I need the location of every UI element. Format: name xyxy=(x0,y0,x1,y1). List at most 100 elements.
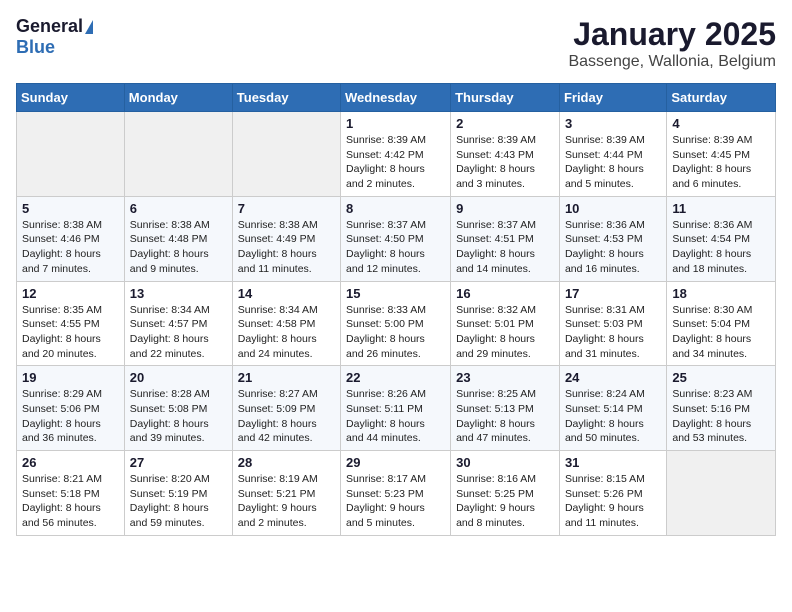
day-info: Sunrise: 8:39 AM Sunset: 4:45 PM Dayligh… xyxy=(672,133,770,192)
day-info: Sunrise: 8:27 AM Sunset: 5:09 PM Dayligh… xyxy=(238,387,335,446)
weekday-header-tuesday: Tuesday xyxy=(232,84,340,112)
calendar-cell xyxy=(17,112,125,197)
calendar-cell: 20 Sunrise: 8:28 AM Sunset: 5:08 PM Dayli… xyxy=(124,366,232,451)
day-info: Sunrise: 8:38 AM Sunset: 4:49 PM Dayligh… xyxy=(238,218,335,277)
day-info: Sunrise: 8:21 AM Sunset: 5:18 PM Dayligh… xyxy=(22,472,119,531)
day-number: 6 xyxy=(130,201,227,216)
day-info: Sunrise: 8:36 AM Sunset: 4:54 PM Dayligh… xyxy=(672,218,770,277)
day-number: 23 xyxy=(456,370,554,385)
day-info: Sunrise: 8:25 AM Sunset: 5:13 PM Dayligh… xyxy=(456,387,554,446)
day-info: Sunrise: 8:31 AM Sunset: 5:03 PM Dayligh… xyxy=(565,303,661,362)
calendar-cell: 11 Sunrise: 8:36 AM Sunset: 4:54 PM Dayli… xyxy=(667,196,776,281)
calendar-week-4: 19 Sunrise: 8:29 AM Sunset: 5:06 PM Dayli… xyxy=(17,366,776,451)
day-number: 20 xyxy=(130,370,227,385)
day-info: Sunrise: 8:35 AM Sunset: 4:55 PM Dayligh… xyxy=(22,303,119,362)
day-info: Sunrise: 8:23 AM Sunset: 5:16 PM Dayligh… xyxy=(672,387,770,446)
calendar-cell: 4 Sunrise: 8:39 AM Sunset: 4:45 PM Daylig… xyxy=(667,112,776,197)
day-info: Sunrise: 8:39 AM Sunset: 4:44 PM Dayligh… xyxy=(565,133,661,192)
calendar-cell: 2Sunrise: 8:39 AM Sunset: 4:43 PM Daylig… xyxy=(451,112,560,197)
day-number: 9 xyxy=(456,201,554,216)
calendar-cell: 31 Sunrise: 8:15 AM Sunset: 5:26 PM Dayli… xyxy=(559,451,666,536)
day-number: 13 xyxy=(130,286,227,301)
calendar-cell: 19 Sunrise: 8:29 AM Sunset: 5:06 PM Dayli… xyxy=(17,366,125,451)
calendar-cell: 10 Sunrise: 8:36 AM Sunset: 4:53 PM Dayli… xyxy=(559,196,666,281)
day-info: Sunrise: 8:38 AM Sunset: 4:48 PM Dayligh… xyxy=(130,218,227,277)
calendar-title: January 2025 xyxy=(568,16,776,53)
calendar-cell xyxy=(124,112,232,197)
weekday-header-monday: Monday xyxy=(124,84,232,112)
day-info: Sunrise: 8:26 AM Sunset: 5:11 PM Dayligh… xyxy=(346,387,445,446)
calendar-week-2: 5Sunrise: 8:38 AM Sunset: 4:46 PM Daylig… xyxy=(17,196,776,281)
day-number: 10 xyxy=(565,201,661,216)
day-number: 14 xyxy=(238,286,335,301)
day-info: Sunrise: 8:15 AM Sunset: 5:26 PM Dayligh… xyxy=(565,472,661,531)
day-number: 17 xyxy=(565,286,661,301)
calendar-cell: 6 Sunrise: 8:38 AM Sunset: 4:48 PM Daylig… xyxy=(124,196,232,281)
day-info: Sunrise: 8:16 AM Sunset: 5:25 PM Dayligh… xyxy=(456,472,554,531)
day-info: Sunrise: 8:37 AM Sunset: 4:51 PM Dayligh… xyxy=(456,218,554,277)
weekday-header-row: SundayMondayTuesdayWednesdayThursdayFrid… xyxy=(17,84,776,112)
day-number: 1 xyxy=(346,116,445,131)
calendar-cell: 30Sunrise: 8:16 AM Sunset: 5:25 PM Dayli… xyxy=(451,451,560,536)
day-number: 31 xyxy=(565,455,661,470)
day-number: 22 xyxy=(346,370,445,385)
calendar-cell: 29 Sunrise: 8:17 AM Sunset: 5:23 PM Dayli… xyxy=(341,451,451,536)
day-info: Sunrise: 8:28 AM Sunset: 5:08 PM Dayligh… xyxy=(130,387,227,446)
logo: General Blue xyxy=(16,16,93,58)
day-info: Sunrise: 8:19 AM Sunset: 5:21 PM Dayligh… xyxy=(238,472,335,531)
day-info: Sunrise: 8:37 AM Sunset: 4:50 PM Dayligh… xyxy=(346,218,445,277)
day-number: 7 xyxy=(238,201,335,216)
calendar-cell: 24 Sunrise: 8:24 AM Sunset: 5:14 PM Dayli… xyxy=(559,366,666,451)
calendar-week-5: 26 Sunrise: 8:21 AM Sunset: 5:18 PM Dayli… xyxy=(17,451,776,536)
day-number: 25 xyxy=(672,370,770,385)
weekday-header-saturday: Saturday xyxy=(667,84,776,112)
weekday-header-thursday: Thursday xyxy=(451,84,560,112)
logo-general-text: General xyxy=(16,16,83,37)
calendar-cell: 14 Sunrise: 8:34 AM Sunset: 4:58 PM Dayli… xyxy=(232,281,340,366)
day-number: 24 xyxy=(565,370,661,385)
day-number: 27 xyxy=(130,455,227,470)
day-number: 26 xyxy=(22,455,119,470)
day-number: 19 xyxy=(22,370,119,385)
calendar-title-area: January 2025 Bassenge, Wallonia, Belgium xyxy=(568,16,776,71)
day-number: 4 xyxy=(672,116,770,131)
page-header: General Blue January 2025 Bassenge, Wall… xyxy=(16,16,776,71)
calendar-cell: 7 Sunrise: 8:38 AM Sunset: 4:49 PM Daylig… xyxy=(232,196,340,281)
weekday-header-wednesday: Wednesday xyxy=(341,84,451,112)
calendar-cell: 17 Sunrise: 8:31 AM Sunset: 5:03 PM Dayli… xyxy=(559,281,666,366)
day-info: Sunrise: 8:30 AM Sunset: 5:04 PM Dayligh… xyxy=(672,303,770,362)
calendar-cell: 18Sunrise: 8:30 AM Sunset: 5:04 PM Dayli… xyxy=(667,281,776,366)
calendar-cell xyxy=(667,451,776,536)
day-info: Sunrise: 8:36 AM Sunset: 4:53 PM Dayligh… xyxy=(565,218,661,277)
day-info: Sunrise: 8:38 AM Sunset: 4:46 PM Dayligh… xyxy=(22,218,119,277)
calendar-cell: 23 Sunrise: 8:25 AM Sunset: 5:13 PM Dayli… xyxy=(451,366,560,451)
day-number: 2 xyxy=(456,116,554,131)
day-info: Sunrise: 8:17 AM Sunset: 5:23 PM Dayligh… xyxy=(346,472,445,531)
calendar-cell: 26 Sunrise: 8:21 AM Sunset: 5:18 PM Dayli… xyxy=(17,451,125,536)
calendar-cell: 22 Sunrise: 8:26 AM Sunset: 5:11 PM Dayli… xyxy=(341,366,451,451)
calendar-cell: 8 Sunrise: 8:37 AM Sunset: 4:50 PM Daylig… xyxy=(341,196,451,281)
day-info: Sunrise: 8:24 AM Sunset: 5:14 PM Dayligh… xyxy=(565,387,661,446)
day-info: Sunrise: 8:29 AM Sunset: 5:06 PM Dayligh… xyxy=(22,387,119,446)
day-number: 11 xyxy=(672,201,770,216)
calendar-cell: 25 Sunrise: 8:23 AM Sunset: 5:16 PM Dayli… xyxy=(667,366,776,451)
logo-blue-text: Blue xyxy=(16,37,55,58)
day-info: Sunrise: 8:20 AM Sunset: 5:19 PM Dayligh… xyxy=(130,472,227,531)
day-number: 28 xyxy=(238,455,335,470)
calendar-cell: 9 Sunrise: 8:37 AM Sunset: 4:51 PM Daylig… xyxy=(451,196,560,281)
day-number: 3 xyxy=(565,116,661,131)
day-number: 29 xyxy=(346,455,445,470)
day-number: 8 xyxy=(346,201,445,216)
day-info: Sunrise: 8:34 AM Sunset: 4:57 PM Dayligh… xyxy=(130,303,227,362)
day-info: Sunrise: 8:34 AM Sunset: 4:58 PM Dayligh… xyxy=(238,303,335,362)
calendar-cell: 13 Sunrise: 8:34 AM Sunset: 4:57 PM Dayli… xyxy=(124,281,232,366)
calendar-week-3: 12 Sunrise: 8:35 AM Sunset: 4:55 PM Dayli… xyxy=(17,281,776,366)
calendar-cell: 3 Sunrise: 8:39 AM Sunset: 4:44 PM Daylig… xyxy=(559,112,666,197)
day-number: 15 xyxy=(346,286,445,301)
weekday-header-friday: Friday xyxy=(559,84,666,112)
day-number: 12 xyxy=(22,286,119,301)
calendar-cell: 12 Sunrise: 8:35 AM Sunset: 4:55 PM Dayli… xyxy=(17,281,125,366)
calendar-cell xyxy=(232,112,340,197)
logo-triangle-icon xyxy=(85,20,93,34)
calendar-cell: 16Sunrise: 8:32 AM Sunset: 5:01 PM Dayli… xyxy=(451,281,560,366)
